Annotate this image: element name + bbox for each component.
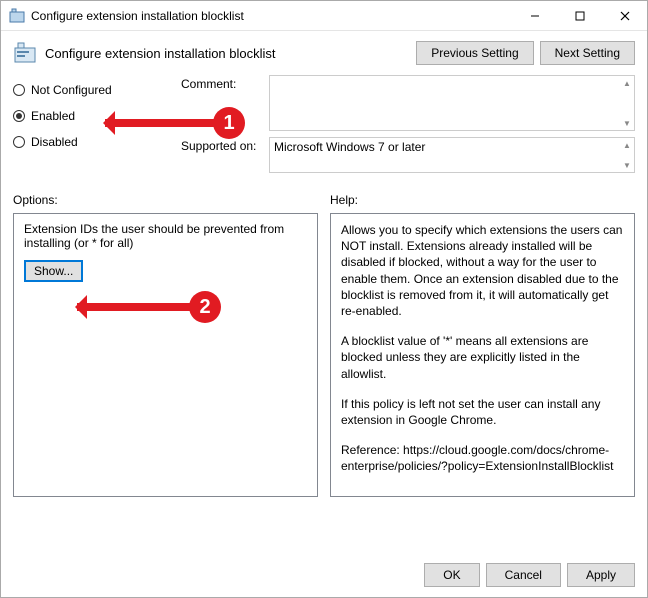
ok-button[interactable]: OK	[424, 563, 479, 587]
maximize-button[interactable]	[557, 1, 602, 31]
footer: OK Cancel Apply	[1, 553, 647, 597]
fields: Comment: ▲▼ Supported on: Microsoft Wind…	[181, 75, 635, 179]
policy-editor-window: Configure extension installation blockli…	[0, 0, 648, 598]
policy-icon	[9, 8, 25, 24]
radio-icon	[13, 136, 25, 148]
options-pane: Options: Extension IDs the user should b…	[13, 193, 318, 497]
state-radios: Not Configured Enabled Disabled	[13, 75, 181, 179]
scroll-down-icon[interactable]: ▼	[620, 116, 634, 130]
scroll-up-icon[interactable]: ▲	[620, 76, 634, 90]
comment-textarea[interactable]: ▲▼	[269, 75, 635, 131]
radio-icon	[13, 110, 25, 122]
help-paragraph: Reference: https://cloud.google.com/docs…	[341, 442, 624, 474]
previous-setting-button[interactable]: Previous Setting	[416, 41, 533, 65]
next-setting-button[interactable]: Next Setting	[540, 41, 635, 65]
supported-on-label: Supported on:	[181, 137, 269, 173]
options-text: Extension IDs the user should be prevent…	[24, 222, 307, 250]
settings-area: Not Configured Enabled Disabled Comment:…	[1, 71, 647, 179]
scroll-up-icon[interactable]: ▲	[620, 138, 634, 152]
scrollbar[interactable]: ▲▼	[620, 76, 634, 130]
comment-label: Comment:	[181, 75, 269, 131]
options-label: Options:	[13, 193, 318, 207]
window-title: Configure extension installation blockli…	[31, 9, 512, 23]
apply-button[interactable]: Apply	[567, 563, 635, 587]
help-pane: Help: Allows you to specify which extens…	[330, 193, 635, 497]
help-paragraph: A blocklist value of '*' means all exten…	[341, 333, 624, 382]
panes: Options: Extension IDs the user should b…	[1, 179, 647, 497]
radio-label: Enabled	[31, 109, 75, 123]
cancel-button[interactable]: Cancel	[486, 563, 561, 587]
scroll-down-icon[interactable]: ▼	[620, 158, 634, 172]
help-paragraph: Allows you to specify which extensions t…	[341, 222, 624, 319]
policy-setting-icon	[13, 41, 37, 65]
radio-label: Disabled	[31, 135, 78, 149]
radio-label: Not Configured	[31, 83, 112, 97]
supported-on-textarea: Microsoft Windows 7 or later ▲▼	[269, 137, 635, 173]
radio-enabled[interactable]: Enabled	[13, 109, 181, 123]
header: Configure extension installation blockli…	[1, 31, 647, 71]
scrollbar[interactable]: ▲▼	[620, 138, 634, 172]
minimize-button[interactable]	[512, 1, 557, 31]
radio-not-configured[interactable]: Not Configured	[13, 83, 181, 97]
radio-icon	[13, 84, 25, 96]
help-paragraph: If this policy is left not set the user …	[341, 396, 624, 428]
titlebar: Configure extension installation blockli…	[1, 1, 647, 31]
options-box: Extension IDs the user should be prevent…	[13, 213, 318, 497]
help-label: Help:	[330, 193, 635, 207]
help-box[interactable]: Allows you to specify which extensions t…	[330, 213, 635, 497]
show-button[interactable]: Show...	[24, 260, 83, 282]
close-button[interactable]	[602, 1, 647, 31]
radio-disabled[interactable]: Disabled	[13, 135, 181, 149]
policy-title: Configure extension installation blockli…	[45, 46, 410, 61]
supported-on-value: Microsoft Windows 7 or later	[274, 140, 425, 154]
